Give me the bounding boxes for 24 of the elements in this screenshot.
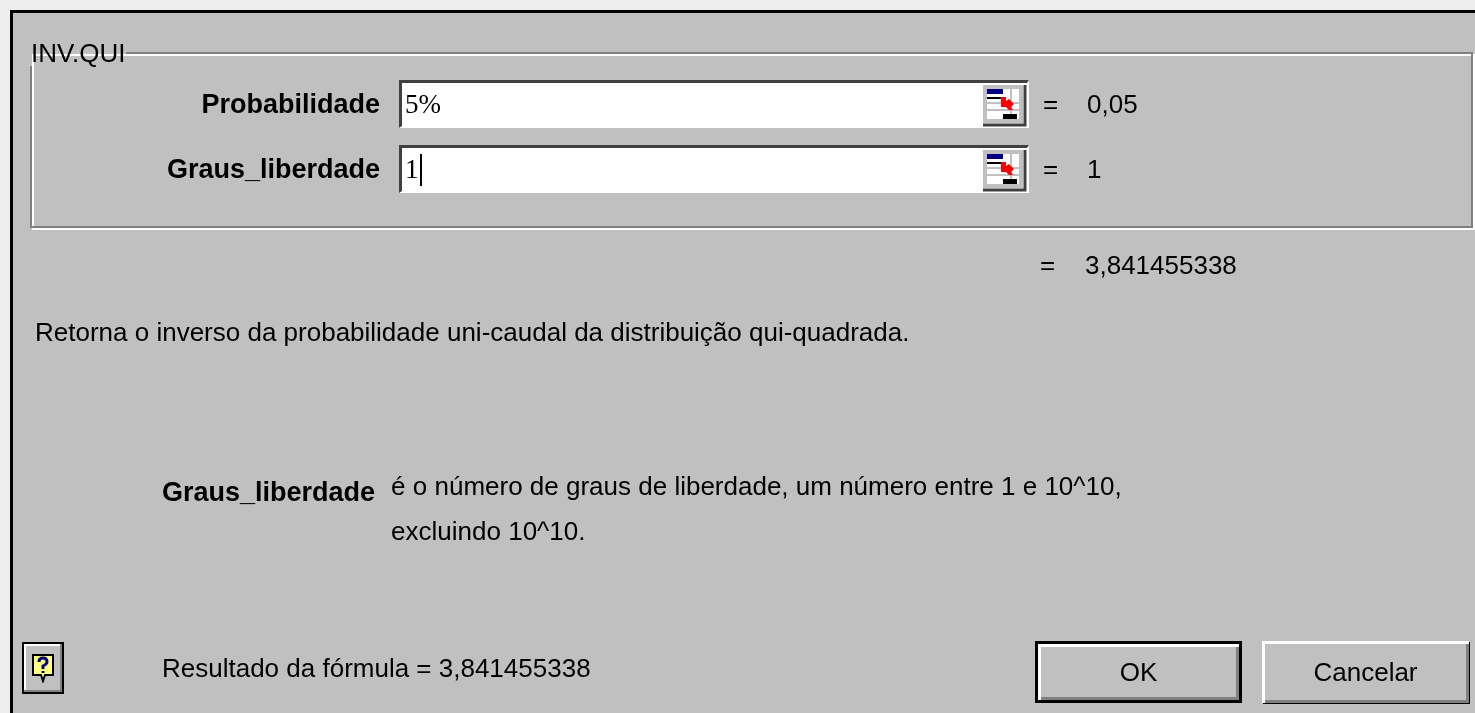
argument-value: 1 — [1087, 152, 1102, 186]
formula-result: Resultado da fórmula = 3,841455338 — [162, 651, 591, 685]
help-icon — [31, 653, 55, 683]
equals-sign: = — [1043, 87, 1060, 121]
input-field[interactable]: 1 — [399, 145, 1029, 193]
range-picker-icon[interactable] — [981, 147, 1027, 192]
range-picker-icon[interactable] — [981, 82, 1027, 127]
argument-label: Probabilidade — [200, 87, 380, 121]
input-value: 1 — [405, 153, 419, 187]
help-button[interactable] — [22, 642, 64, 694]
input-field[interactable]: 5% — [399, 80, 1029, 128]
function-description: Retorna o inverso da probabilidade uni-caudal da distribuição qui-quadrada. — [35, 316, 911, 349]
argument-help-text: é o número de graus de liberdade, um número entre 1 e 10^10, excluindo 10^10. — [391, 470, 1122, 548]
argument-help-label: Graus_liberdade — [162, 476, 376, 509]
equals-sign: = — [1040, 248, 1057, 282]
result-value: 3,841455338 — [1085, 248, 1237, 282]
ok-button[interactable]: OK — [1035, 641, 1242, 703]
group-title: INV.QUI — [30, 40, 127, 66]
text-cursor — [419, 153, 422, 186]
argument-value: 0,05 — [1087, 87, 1138, 121]
equals-sign: = — [1043, 152, 1060, 186]
argument-label: Graus_liberdade — [165, 152, 380, 186]
input-value: 5% — [405, 88, 441, 122]
cancel-button[interactable]: Cancelar — [1262, 641, 1469, 703]
